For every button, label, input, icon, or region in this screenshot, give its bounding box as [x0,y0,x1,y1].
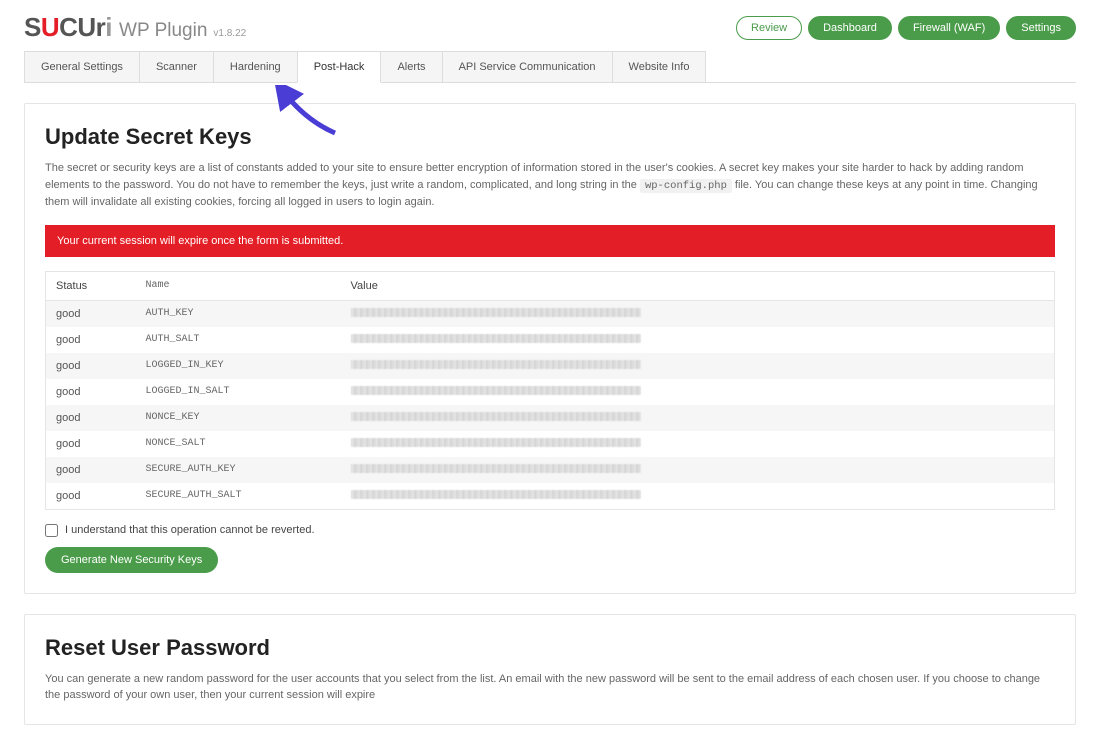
logo-version: v1.8.22 [213,28,246,39]
settings-button[interactable]: Settings [1006,16,1076,40]
key-value-cell [341,300,1055,327]
status-cell: good [46,327,136,353]
tab-hardening[interactable]: Hardening [213,51,298,83]
column-status: Status [46,271,136,300]
redacted-value [351,490,641,499]
key-name-cell: NONCE_SALT [136,431,341,457]
redacted-value [351,438,641,447]
status-cell: good [46,483,136,510]
key-value-cell [341,327,1055,353]
table-row: good SECURE_AUTH_KEY [46,457,1055,483]
key-value-cell [341,405,1055,431]
status-cell: good [46,300,136,327]
key-name-cell: AUTH_SALT [136,327,341,353]
tab-post-hack[interactable]: Post-Hack [297,51,382,83]
generate-keys-button[interactable]: Generate New Security Keys [45,547,218,573]
section-description: The secret or security keys are a list o… [45,160,1055,211]
key-value-cell [341,457,1055,483]
column-value: Value [341,271,1055,300]
session-expire-alert: Your current session will expire once th… [45,225,1055,257]
key-name-cell: SECURE_AUTH_SALT [136,483,341,510]
column-name: Name [136,271,341,300]
redacted-value [351,360,641,369]
key-value-cell [341,483,1055,510]
redacted-value [351,464,641,473]
key-name-cell: NONCE_KEY [136,405,341,431]
status-cell: good [46,457,136,483]
tab-api-service[interactable]: API Service Communication [442,51,613,83]
key-name-cell: LOGGED_IN_SALT [136,379,341,405]
page-title: Update Secret Keys [45,124,1055,150]
key-value-cell [341,431,1055,457]
firewall-button[interactable]: Firewall (WAF) [898,16,1000,40]
confirm-checkbox[interactable] [45,524,58,537]
reset-password-title: Reset User Password [45,635,1055,661]
status-cell: good [46,405,136,431]
key-value-cell [341,379,1055,405]
status-cell: good [46,353,136,379]
confirm-label: I understand that this operation cannot … [65,524,315,536]
logo: SUCUri WP Plugin v1.8.22 [24,12,246,43]
table-row: good LOGGED_IN_KEY [46,353,1055,379]
key-value-cell [341,353,1055,379]
secret-keys-table: Status Name Value good AUTH_KEY good AUT… [45,271,1055,510]
tab-alerts[interactable]: Alerts [380,51,442,83]
dashboard-button[interactable]: Dashboard [808,16,892,40]
reset-user-password-panel: Reset User Password You can generate a n… [24,614,1076,725]
table-row: good AUTH_SALT [46,327,1055,353]
redacted-value [351,334,641,343]
key-name-cell: SECURE_AUTH_KEY [136,457,341,483]
review-button[interactable]: Review [736,16,802,40]
logo-brand: SUCUri [24,12,112,43]
tab-website-info[interactable]: Website Info [612,51,707,83]
config-file-code: wp-config.php [640,179,732,193]
key-name-cell: AUTH_KEY [136,300,341,327]
tab-scanner[interactable]: Scanner [139,51,214,83]
key-name-cell: LOGGED_IN_KEY [136,353,341,379]
header-buttons: Review Dashboard Firewall (WAF) Settings [736,16,1076,40]
status-cell: good [46,379,136,405]
redacted-value [351,308,641,317]
table-row: good NONCE_SALT [46,431,1055,457]
tabs: General Settings Scanner Hardening Post-… [24,51,1076,83]
status-cell: good [46,431,136,457]
table-row: good LOGGED_IN_SALT [46,379,1055,405]
redacted-value [351,386,641,395]
redacted-value [351,412,641,421]
reset-password-description: You can generate a new random password f… [45,671,1055,704]
table-row: good AUTH_KEY [46,300,1055,327]
tab-general-settings[interactable]: General Settings [24,51,140,83]
table-row: good NONCE_KEY [46,405,1055,431]
logo-product: WP Plugin [119,20,207,42]
table-row: good SECURE_AUTH_SALT [46,483,1055,510]
update-secret-keys-panel: Update Secret Keys The secret or securit… [24,103,1076,594]
